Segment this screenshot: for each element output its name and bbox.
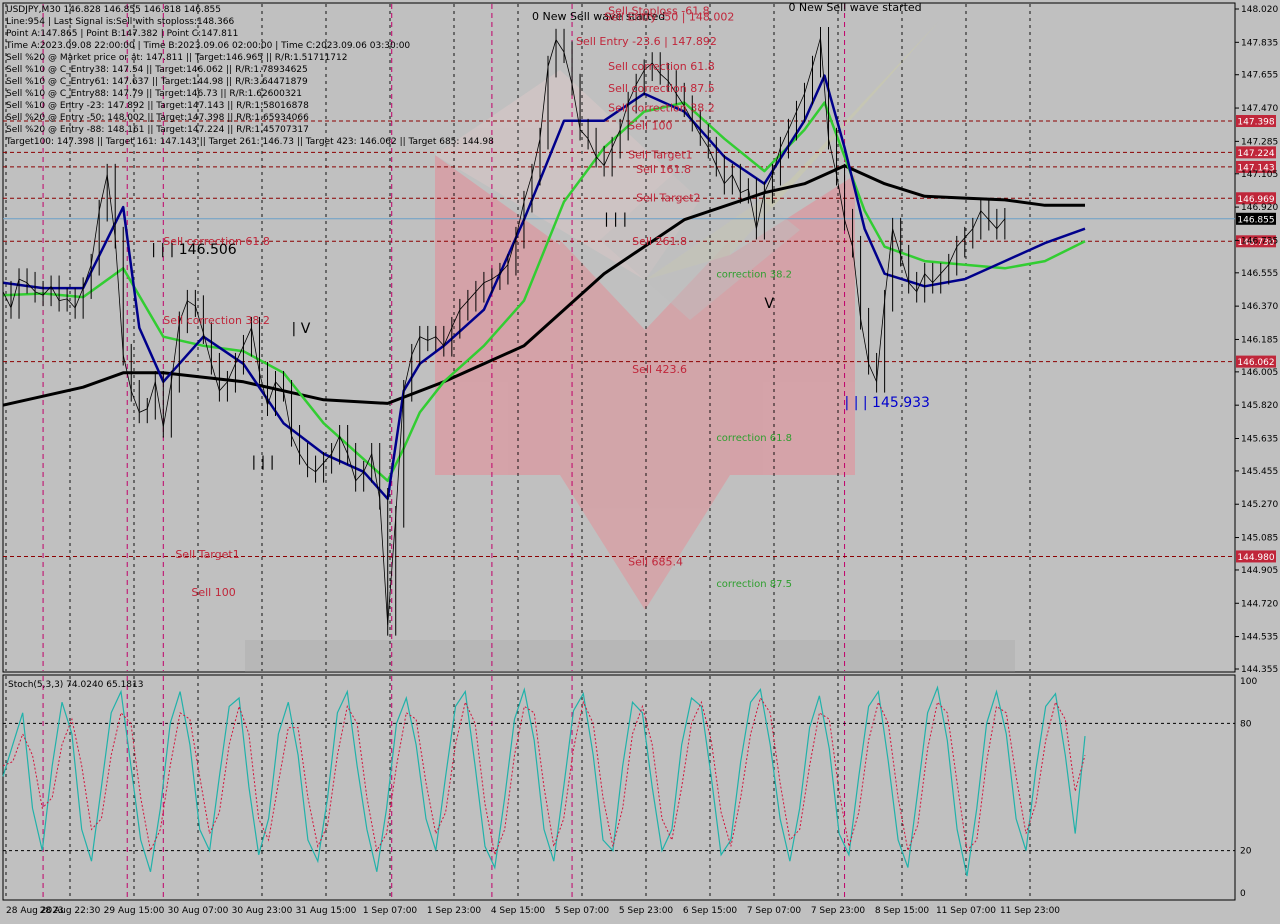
chart-frame: 0 New Sell wave started 0 New Sell wave s…	[0, 0, 1280, 920]
info-line: Time A:2023.09.08 22:00:00 | Time B:2023…	[6, 41, 411, 51]
y-tick-label: 146.185	[1241, 335, 1278, 345]
stoch-label: Stoch(5,3,3) 74.0240 65.1813	[8, 680, 143, 690]
chart-big-label: | | |	[251, 454, 274, 470]
chart-annotation: Sell correction 61.8	[608, 60, 715, 73]
chart-annotation: Sell 423.6	[632, 363, 687, 376]
stoch-tick-label: 100	[1240, 677, 1257, 687]
info-line: Sell %20 @ Entry -50: 148.002 || Target:…	[6, 113, 309, 123]
stoch-tick-label: 20	[1240, 847, 1252, 857]
info-line: Sell %10 @ C_Entry38: 147.54 || Target:1…	[6, 65, 308, 75]
info-line: Sell %10 @ C_Entry61: 147.637 || Target:…	[6, 77, 308, 87]
y-tick-label: 146.370	[1241, 302, 1278, 312]
y-tick-label: 146.735	[1241, 236, 1278, 246]
y-tick-label: 146.005	[1241, 368, 1278, 378]
watermark-text	[245, 640, 1015, 672]
chart-annotation: Sell 100	[628, 120, 672, 133]
chart-annotation: 0 New Sell wave started	[788, 1, 921, 14]
x-tick-label: 1 Sep 23:00	[427, 906, 482, 916]
chart-annotation: Sell correction 38.2	[608, 102, 715, 115]
y-tick-label: 145.820	[1241, 401, 1278, 411]
x-tick-label: 1 Sep 07:00	[363, 906, 418, 916]
chart-big-label: | | | 146.506	[151, 242, 236, 258]
y-tick-label: 144.905	[1241, 566, 1278, 576]
chart-annotation: Sell Target1	[175, 548, 239, 561]
chart-annotation: Sell Target2	[636, 192, 700, 205]
x-tick-label: 6 Sep 15:00	[683, 906, 738, 916]
x-tick-label: 5 Sep 23:00	[619, 906, 674, 916]
y-tick-label: 145.635	[1241, 434, 1278, 444]
chart-annotation: correction 61.8	[716, 433, 792, 444]
chart-big-label: V	[764, 296, 774, 312]
chart-big-label: | | |	[604, 211, 627, 227]
chart-annotation: Sell Entry -23.6 | 147.892	[576, 35, 717, 48]
chart-annotation: Sell 685.4	[628, 555, 683, 568]
stoch-tick-label: 0	[1240, 889, 1246, 899]
symbol-header: USDJPY,M30 146.828 146.855 146.818 146.8…	[6, 5, 222, 15]
level-price-label: 146.062	[1237, 358, 1274, 368]
chart-annotation: correction 87.5	[716, 579, 792, 590]
x-tick-label: 5 Sep 07:00	[555, 906, 610, 916]
info-line: Point A:147.865 | Point B:147.382 | Poin…	[6, 29, 239, 39]
info-line: Sell %10 @ C_Entry88: 147.79 || Target:1…	[6, 89, 303, 99]
x-tick-label: 31 Aug 15:00	[296, 906, 357, 916]
chart-big-label: | | | 145.933	[845, 395, 930, 411]
y-tick-label: 147.470	[1241, 104, 1278, 114]
info-line: Sell %20 @ Entry -88: 148.161 || Target:…	[6, 125, 309, 135]
chart-annotation: Sell correction 38.2	[163, 314, 270, 327]
x-tick-label: 29 Aug 15:00	[104, 906, 165, 916]
info-line: Target100: 147.398 || Target 161: 147.14…	[6, 137, 494, 147]
y-tick-label: 148.020	[1241, 5, 1278, 15]
y-tick-label: 147.835	[1241, 38, 1278, 48]
y-tick-label: 144.720	[1241, 599, 1278, 609]
x-tick-label: 7 Sep 07:00	[747, 906, 802, 916]
x-tick-label: 30 Aug 07:00	[168, 906, 229, 916]
chart-annotation: Sell Target1	[628, 148, 692, 161]
y-tick-label: 147.285	[1241, 137, 1278, 147]
y-tick-label: 145.270	[1241, 500, 1278, 510]
x-tick-label: 28 Aug 22:30	[40, 906, 101, 916]
chart-big-label: | V	[292, 321, 311, 337]
stoch-tick-label: 80	[1240, 719, 1252, 729]
info-line: Line:954 | Last Signal is:Sell with stop…	[6, 17, 235, 27]
chart-annotation: Sell Entry -50 | 148.002	[604, 11, 734, 24]
x-tick-label: 11 Sep 23:00	[1000, 906, 1060, 916]
chart-annotation: Sell 261.8	[632, 235, 687, 248]
y-tick-label: 144.355	[1241, 665, 1278, 675]
info-line: Sell %10 @ Entry -23: 147.892 || Target:…	[6, 101, 309, 111]
y-tick-label: 147.105	[1241, 170, 1278, 180]
current-price-label: 146.855	[1237, 215, 1274, 225]
y-tick-label: 144.535	[1241, 633, 1278, 643]
y-tick-label: 147.655	[1241, 71, 1278, 81]
level-price-label: 147.224	[1237, 149, 1274, 159]
info-panel: USDJPY,M30 146.828 146.855 146.818 146.8…	[6, 4, 494, 148]
y-tick-label: 146.920	[1241, 203, 1278, 213]
stoch-panel	[2, 674, 1236, 901]
chart-annotation: Sell 100	[191, 586, 235, 599]
chart-annotation: Sell 161.8	[636, 163, 691, 176]
chart-annotation: Sell correction 87.5	[608, 82, 715, 95]
y-tick-label: 145.455	[1241, 467, 1278, 477]
x-tick-label: 11 Sep 07:00	[936, 906, 996, 916]
y-tick-label: 146.555	[1241, 269, 1278, 279]
x-tick-label: 8 Sep 15:00	[875, 906, 930, 916]
chart-annotation: correction 38.2	[716, 269, 792, 280]
x-tick-label: 4 Sep 15:00	[491, 906, 546, 916]
x-tick-label: 7 Sep 23:00	[811, 906, 866, 916]
x-tick-label: 30 Aug 23:00	[232, 906, 293, 916]
level-price-label: 144.980	[1237, 553, 1274, 563]
level-price-label: 147.398	[1237, 118, 1274, 128]
info-line: Sell %20 @ Market price or at: 147.811 |…	[6, 53, 348, 63]
y-tick-label: 145.085	[1241, 534, 1278, 544]
